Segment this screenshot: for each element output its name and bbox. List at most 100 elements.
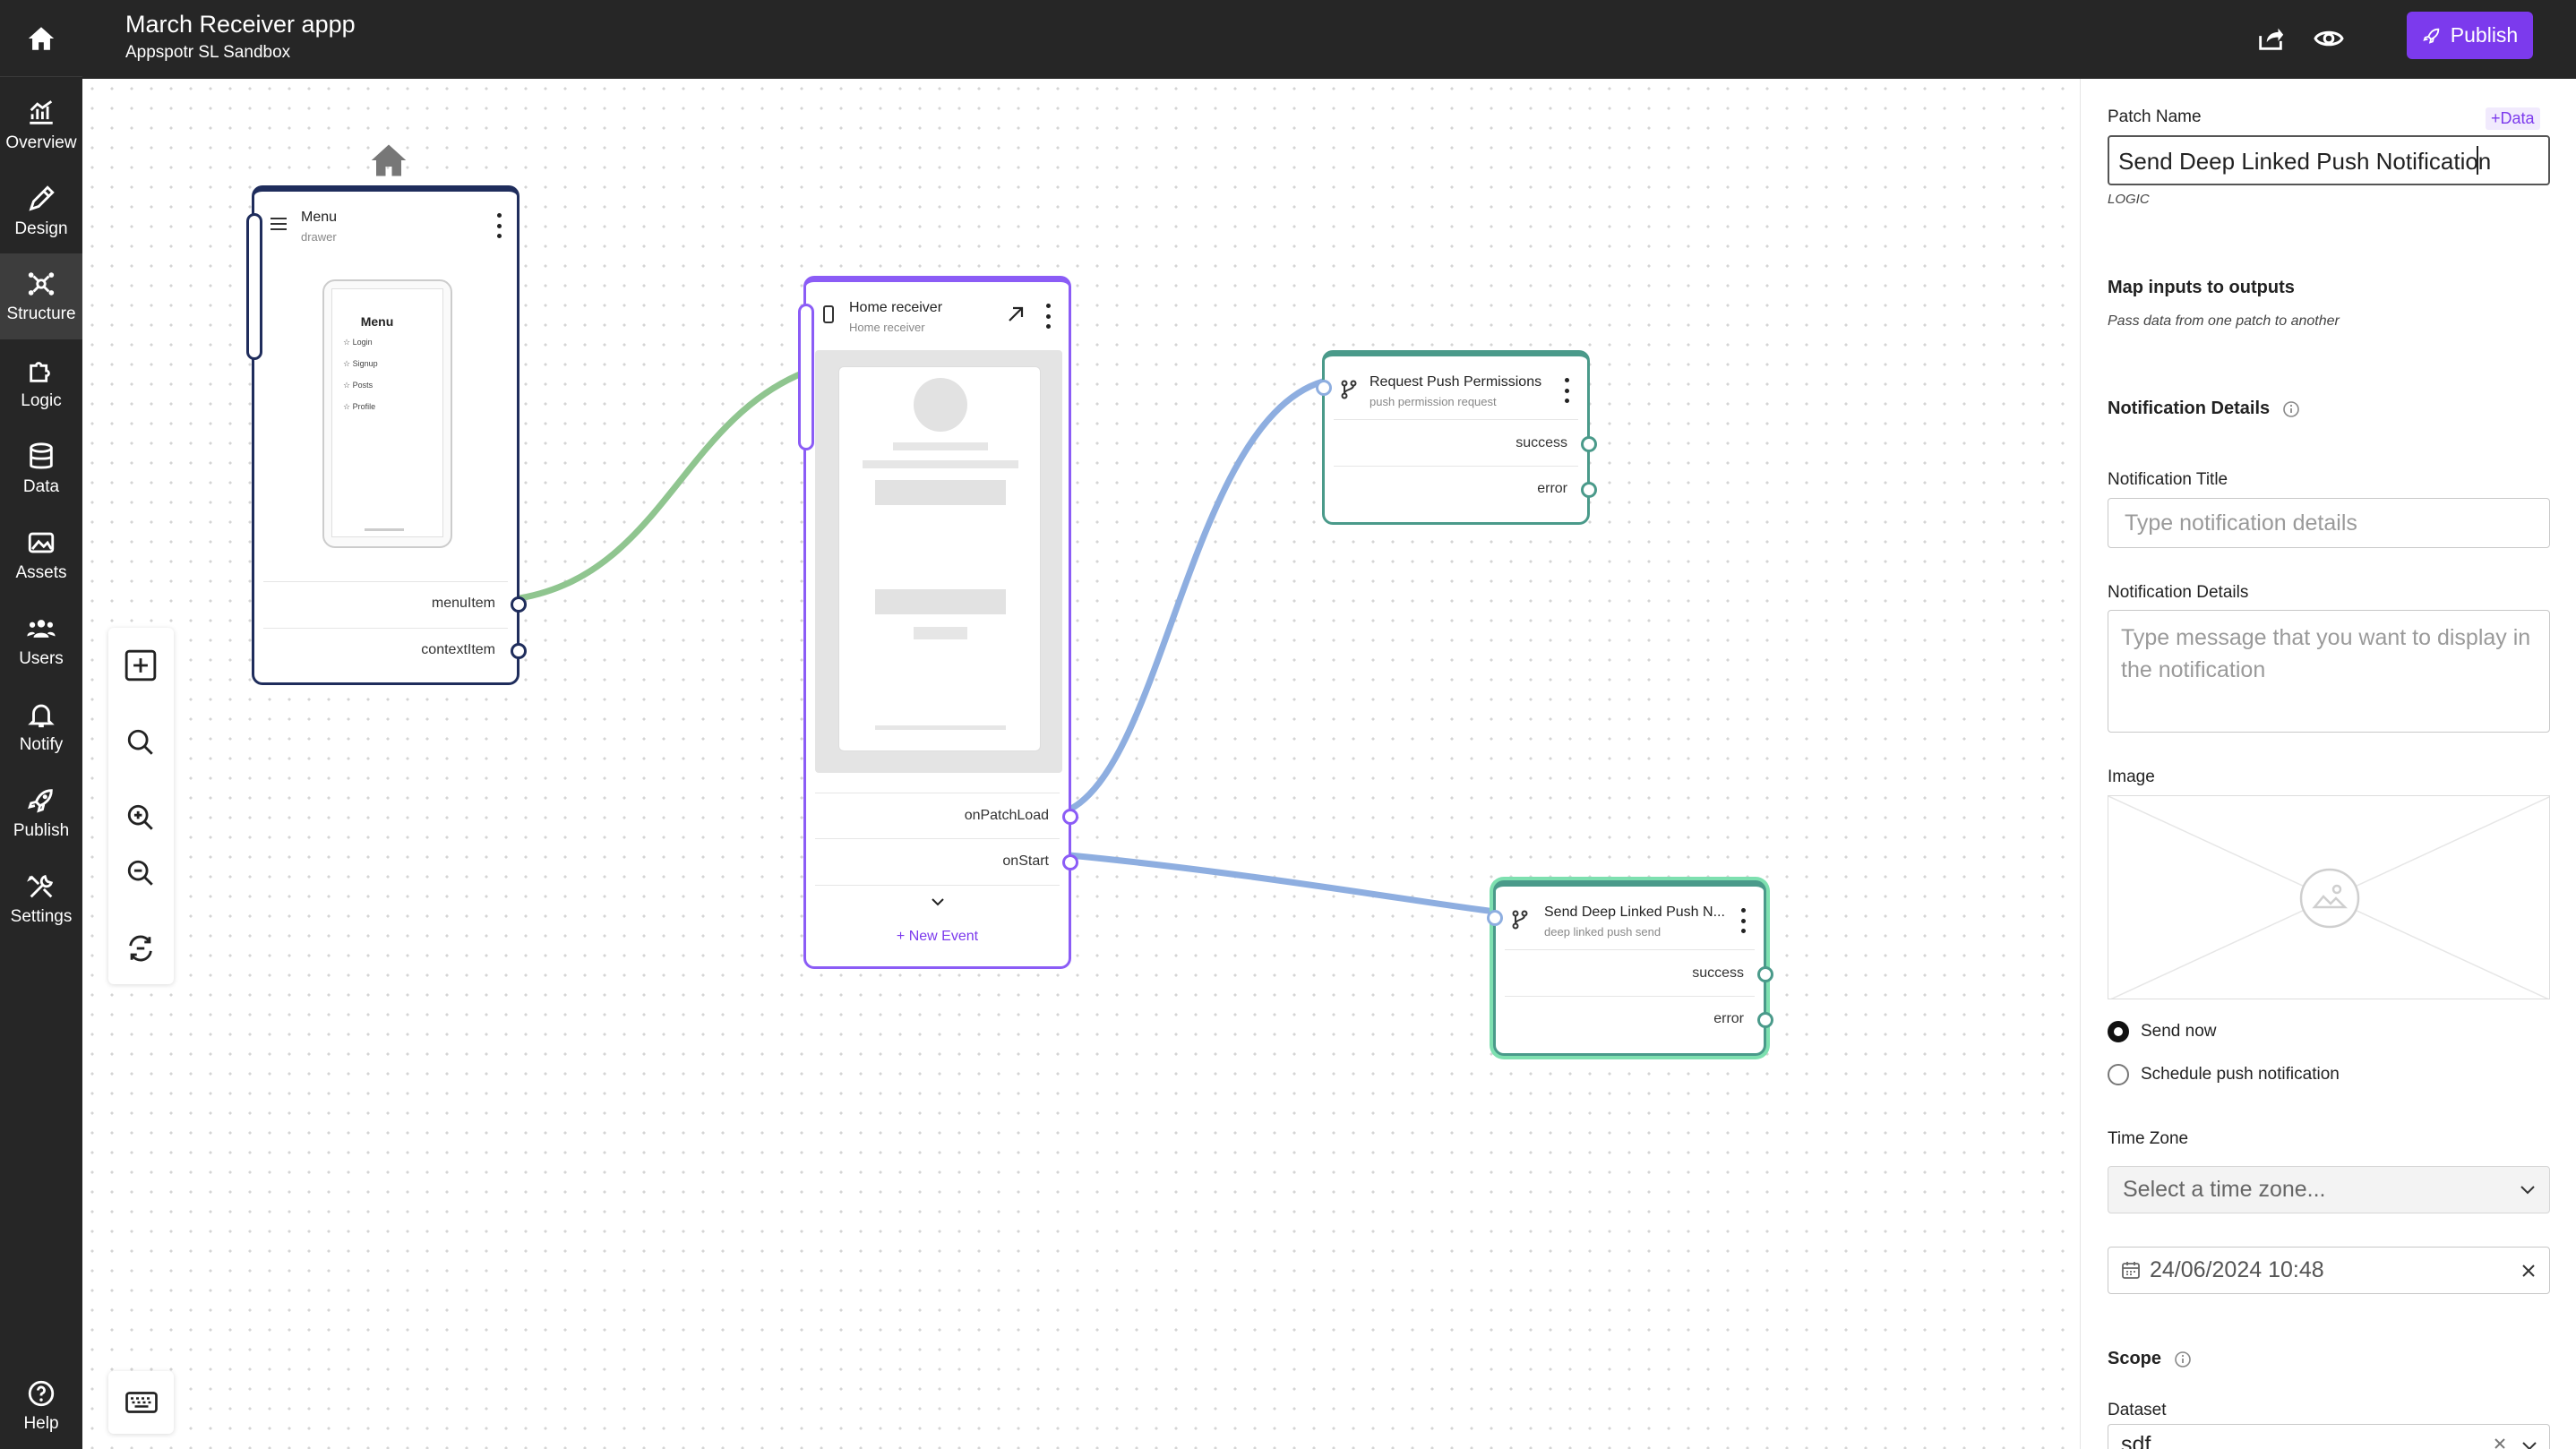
radio-selected [2108, 1021, 2129, 1042]
port-label-error: error [1713, 1011, 1744, 1026]
dataset-label: Dataset [2108, 1401, 2167, 1419]
port-error[interactable] [1757, 1012, 1773, 1028]
notification-title-input[interactable]: Type notification details [2108, 498, 2550, 548]
menu-node[interactable]: Menu drawer Menu ☆ Login ☆ Signup ☆ Post… [246, 185, 527, 685]
zoom-out-icon [127, 860, 153, 886]
publish-button[interactable]: Publish [2407, 12, 2533, 59]
patch-type-tag: LOGIC [2108, 192, 2150, 207]
port-label-error: error [1537, 481, 1567, 496]
home-icon [28, 26, 55, 50]
port-success[interactable] [1581, 436, 1597, 452]
sidebar-item-label: Overview [5, 133, 77, 152]
map-heading: Map inputs to outputs [2108, 278, 2295, 297]
sidebar-item-structure[interactable]: Structure [0, 253, 82, 339]
sidebar-item-assets[interactable]: Assets [0, 512, 82, 598]
port-label-contextitem: contextItem [421, 642, 495, 657]
keyboard-shortcuts-button[interactable] [108, 1371, 174, 1434]
home-receiver-node[interactable]: Home receiver Home receiver onPatchLoad … [798, 276, 1078, 969]
properties-panel: Patch Name +Data Send Deep Linked Push N… [2080, 79, 2576, 1449]
notification-details-placeholder: Type message that you want to display in… [2121, 625, 2531, 682]
schedule-radio[interactable]: Schedule push notification [2108, 1064, 2340, 1085]
chevron-down-icon[interactable] [930, 896, 946, 907]
sidebar-item-label: Publish [13, 821, 70, 840]
share-button[interactable] [2248, 16, 2293, 61]
add-data-link[interactable]: +Data [2486, 107, 2540, 130]
info-icon[interactable] [2174, 1350, 2192, 1368]
send-deep-linked-push-node[interactable]: Send Deep Linked Push N... deep linked p… [1487, 880, 1773, 1056]
notification-title-label: Notification Title [2108, 470, 2228, 489]
rocket-icon [28, 789, 53, 813]
node-menu-button[interactable] [1739, 908, 1747, 933]
map-description: Pass data from one patch to another [2108, 313, 2340, 329]
schedule-label: Schedule push notification [2141, 1065, 2340, 1084]
home-marker-icon [371, 144, 407, 176]
keyboard-icon [125, 1392, 158, 1413]
sidebar-item-settings[interactable]: Settings [0, 856, 82, 942]
node-drag-handle[interactable] [798, 304, 814, 450]
port-input[interactable] [1487, 910, 1503, 926]
open-external-icon[interactable] [1007, 305, 1025, 323]
node-menu-button[interactable] [1044, 304, 1052, 329]
chevron-down-icon [2522, 1442, 2537, 1449]
clear-icon[interactable] [2520, 1263, 2537, 1279]
zoom-out-button[interactable] [120, 853, 161, 894]
notification-details-textarea[interactable]: Type message that you want to display in… [2108, 610, 2550, 733]
home-button[interactable] [0, 0, 82, 77]
branch-icon [1341, 380, 1357, 399]
clear-icon[interactable] [2494, 1437, 2506, 1449]
patch-name-label: Patch Name [2108, 107, 2202, 126]
eye-icon [2314, 30, 2344, 47]
left-rail: Overview Design Structure Logic Data Ass… [0, 0, 82, 1449]
node-menu-button[interactable] [495, 213, 502, 238]
preview-title: Menu [360, 314, 394, 329]
image-icon [28, 532, 55, 553]
notification-details-label: Notification Details [2108, 583, 2249, 602]
datetime-input[interactable]: 24/06/2024 10:48 [2108, 1247, 2550, 1294]
port-error[interactable] [1581, 482, 1597, 498]
port-label-success: success [1516, 435, 1567, 450]
database-icon [30, 442, 53, 469]
port-onstart[interactable] [1062, 854, 1078, 870]
node-drag-handle[interactable] [246, 213, 262, 360]
port-onpatchload[interactable] [1062, 809, 1078, 825]
request-push-permissions-node[interactable]: Request Push Permissions push permission… [1316, 350, 1597, 525]
send-now-radio[interactable]: Send now [2108, 1021, 2217, 1042]
chart-icon [30, 100, 53, 124]
search-button[interactable] [120, 722, 161, 763]
zoom-in-button[interactable] [120, 797, 161, 838]
port-input[interactable] [1316, 380, 1332, 396]
timezone-select[interactable]: Select a time zone... [2108, 1166, 2550, 1213]
phone-preview: Menu ☆ Login ☆ Signup ☆ Posts ☆ Profile [322, 279, 452, 548]
sidebar-item-design[interactable]: Design [0, 168, 82, 254]
node-menu-button[interactable] [1563, 378, 1570, 403]
scope-heading: Scope [2108, 1349, 2192, 1369]
share-icon [2259, 28, 2284, 50]
puzzle-icon [30, 362, 50, 382]
zoom-in-icon [127, 804, 153, 830]
port-contextitem[interactable] [511, 643, 527, 659]
add-node-button[interactable] [120, 645, 161, 686]
sidebar-item-logic[interactable]: Logic [0, 340, 82, 426]
sidebar-item-publish[interactable]: Publish [0, 770, 82, 856]
patch-name-input[interactable]: Send Deep Linked Push Notification [2108, 135, 2550, 185]
sidebar-item-data[interactable]: Data [0, 426, 82, 512]
top-bar: March Receiver appp Appspotr SL Sandbox [82, 0, 2576, 79]
sidebar-item-help[interactable]: Help [0, 1363, 82, 1449]
timezone-placeholder: Select a time zone... [2123, 1177, 2326, 1202]
preview-button[interactable] [2306, 16, 2351, 61]
new-event-link[interactable]: + New Event [806, 929, 1069, 945]
sidebar-item-users[interactable]: Users [0, 598, 82, 684]
dataset-select[interactable]: sdf [2108, 1424, 2550, 1449]
sidebar-item-notify[interactable]: Notify [0, 684, 82, 770]
reset-view-button[interactable] [120, 928, 161, 969]
calendar-icon [2122, 1262, 2140, 1279]
info-icon[interactable] [2282, 400, 2300, 418]
image-dropzone[interactable] [2108, 795, 2550, 999]
port-success[interactable] [1757, 966, 1773, 982]
port-label-onpatchload: onPatchLoad [964, 808, 1049, 823]
timezone-label: Time Zone [2108, 1129, 2189, 1148]
sidebar-item-overview[interactable]: Overview [0, 82, 82, 168]
screen-preview [815, 350, 1062, 773]
port-menuitem[interactable] [511, 596, 527, 613]
refresh-icon [129, 935, 152, 962]
